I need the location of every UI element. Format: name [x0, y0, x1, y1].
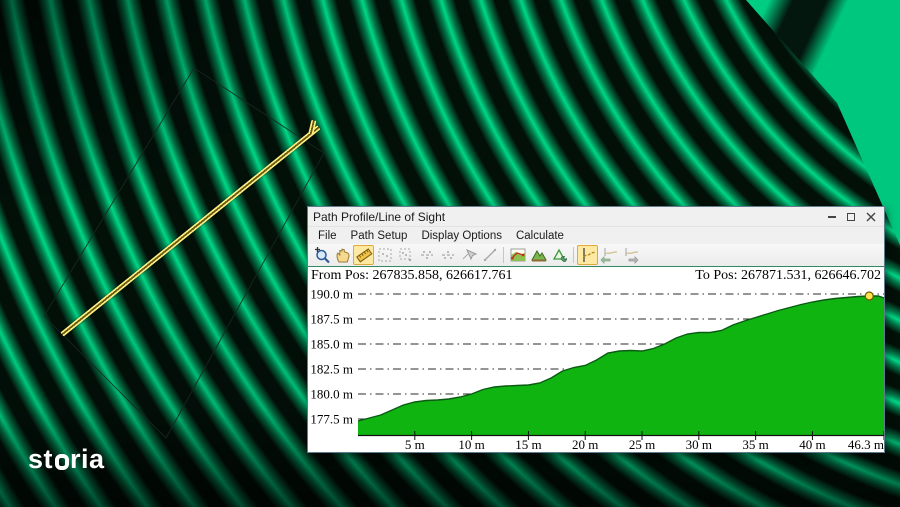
y-axis-label: 190.0 m: [310, 287, 353, 302]
menu-display-options[interactable]: Display Options: [415, 230, 508, 242]
y-axis-label: 185.0 m: [310, 337, 353, 352]
position-readout: From Pos: 267835.858, 626617.761 To Pos:…: [308, 267, 884, 285]
y-axis-label: 182.5 m: [310, 362, 353, 377]
elevation-chart[interactable]: 190.0 m 187.5 m 185.0 m 182.5 m 180.0 m 177.5…: [308, 285, 884, 452]
toolbar: [308, 244, 884, 266]
spacing-sample-1-icon: [416, 245, 437, 265]
menu-bar: File Path Setup Display Options Calculat…: [308, 227, 884, 244]
measure-path-icon[interactable]: [353, 245, 374, 265]
x-axis-label: 35 m: [742, 437, 768, 452]
close-icon[interactable]: [866, 212, 876, 222]
maximize-icon[interactable]: [847, 213, 855, 221]
profile-panel: From Pos: 267835.858, 626617.761 To Pos:…: [308, 266, 884, 452]
menu-file[interactable]: File: [312, 230, 343, 242]
x-axis-label: 5 m: [405, 437, 425, 452]
toolbar-separator: [573, 247, 574, 263]
menu-calculate[interactable]: Calculate: [510, 230, 570, 242]
x-axis-label: 40 m: [799, 437, 825, 452]
pan-hand-icon[interactable]: [332, 245, 353, 265]
path-profile-icon[interactable]: [507, 245, 528, 265]
x-axis-label: 46.3 m: [848, 437, 884, 452]
path-profile-window: Path Profile/Line of Sight File Path Set…: [307, 206, 885, 453]
window-title: Path Profile/Line of Sight: [313, 210, 445, 224]
logo-text-right: ria: [70, 444, 105, 475]
from-pos-label: From Pos: 267835.858, 626617.761: [311, 268, 512, 284]
storia-logo: stria: [28, 444, 105, 475]
to-pos-label: To Pos: 267871.531, 626646.702: [695, 268, 881, 284]
previous-profile-icon: [598, 245, 619, 265]
minimize-icon[interactable]: [828, 216, 836, 218]
x-axis-label: 30 m: [686, 437, 712, 452]
select-points-icon: [395, 245, 416, 265]
y-axis-label: 180.0 m: [310, 387, 353, 402]
select-box-icon: [374, 245, 395, 265]
y-axis-label: 177.5 m: [310, 412, 353, 427]
logo-text-left: st: [28, 444, 53, 475]
zoom-in-icon[interactable]: [311, 245, 332, 265]
logo-square-o-icon: [55, 454, 69, 470]
y-axis-label: 187.5 m: [310, 312, 353, 327]
x-axis-label: 15 m: [515, 437, 541, 452]
x-axis-label: 20 m: [572, 437, 598, 452]
terrain-view-icon[interactable]: [528, 245, 549, 265]
terrain-settings-icon[interactable]: [549, 245, 570, 265]
menu-path-setup[interactable]: Path Setup: [345, 230, 414, 242]
titlebar[interactable]: Path Profile/Line of Sight: [308, 207, 884, 227]
profile-marker[interactable]: [865, 292, 873, 300]
next-profile-icon: [619, 245, 640, 265]
toolbar-separator: [503, 247, 504, 263]
elevation-area: [358, 296, 884, 435]
select-vertices-icon: [458, 245, 479, 265]
spacing-sample-2-icon: [437, 245, 458, 265]
x-axis-label: 25 m: [629, 437, 655, 452]
show-profile-icon[interactable]: [577, 245, 598, 265]
x-axis-label: 10 m: [458, 437, 484, 452]
draw-line-icon: [479, 245, 500, 265]
